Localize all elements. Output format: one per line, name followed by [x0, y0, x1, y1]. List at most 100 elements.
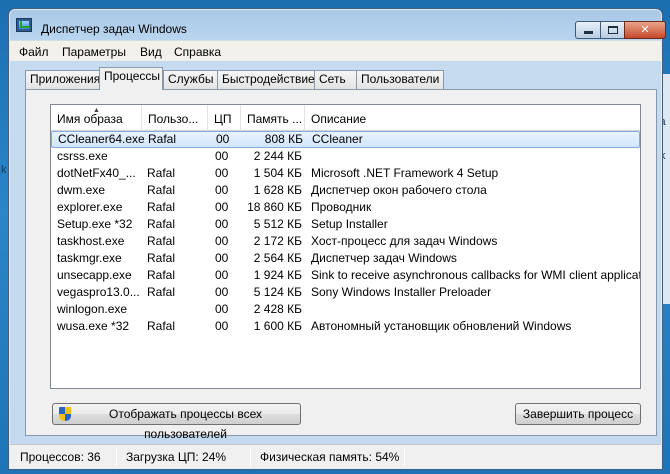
menu-bar: Файл Параметры Вид Справка — [10, 40, 661, 61]
cell-description: Диспетчер окон рабочего стола — [311, 183, 487, 197]
table-row[interactable]: vegaspro13.0... Rafal 00 5 124 КБ Sony Windo… — [51, 284, 640, 301]
minimize-button[interactable] — [575, 21, 601, 39]
cell-description: Sony Windows Installer Preloader — [311, 285, 492, 299]
table-row[interactable]: unsecapp.exe Rafal 00 1 924 КБ Sink to recei… — [51, 267, 640, 284]
cell-image-name: winlogon.exe — [57, 302, 128, 316]
cell-memory: 1 924 КБ — [253, 268, 302, 282]
cell-user: Rafal — [147, 217, 176, 231]
cell-cpu: 00 — [216, 132, 230, 146]
cell-user: Rafal — [147, 319, 176, 333]
table-row[interactable]: taskhost.exe Rafal 00 2 172 КБ Хост-процесс … — [51, 233, 640, 250]
task-manager-icon — [16, 18, 32, 32]
tab-applications[interactable]: Приложения — [25, 70, 100, 89]
cell-user: Rafal — [148, 132, 177, 146]
status-bar: Процессов: 36 Загрузка ЦП: 24% Физическа… — [10, 444, 661, 468]
cell-user: Rafal — [147, 268, 176, 282]
cell-description: Setup Installer — [311, 217, 388, 231]
table-row[interactable]: dotNetFx40_... Rafal 00 1 504 КБ Microsoft .… — [51, 165, 640, 182]
table-row[interactable]: wusa.exe *32 Rafal 00 1 600 КБ Автономный ус… — [51, 318, 640, 335]
table-row[interactable]: csrss.exe 00 2 244 КБ — [51, 148, 640, 165]
cell-memory: 808 КБ — [264, 132, 303, 146]
cell-user: Rafal — [147, 166, 176, 180]
cell-cpu: 00 — [215, 166, 229, 180]
cell-user: Rafal — [147, 200, 176, 214]
menu-options[interactable]: Параметры — [62, 45, 126, 59]
tab-network[interactable]: Сеть — [314, 70, 357, 89]
cell-memory: 2 172 КБ — [253, 234, 302, 248]
sort-ascending-icon: ▲ — [93, 107, 100, 114]
status-divider — [116, 448, 117, 466]
cell-description — [311, 148, 640, 165]
uac-shield-icon — [59, 407, 72, 422]
cell-memory: 2 244 КБ — [253, 149, 302, 163]
title-bar[interactable]: Диспетчер задач Windows ✕ — [9, 9, 666, 39]
cell-image-name: csrss.exe — [57, 149, 108, 163]
table-row[interactable]: winlogon.exe 00 2 428 КБ — [51, 301, 640, 318]
status-divider — [250, 448, 251, 466]
maximize-button[interactable] — [600, 21, 625, 39]
cell-description: Хост-процесс для задач Windows — [311, 234, 498, 248]
column-header-user[interactable]: Пользо... — [142, 105, 208, 131]
cell-memory: 18 860 КБ — [247, 200, 302, 214]
cell-memory: 5 124 КБ — [253, 285, 302, 299]
process-list[interactable]: ▲ Имя образа Пользо... ЦП Память ... Опи… — [50, 104, 641, 389]
cell-image-name: dotNetFx40_... — [57, 166, 136, 180]
cell-user: Rafal — [147, 251, 176, 265]
cell-image-name: explorer.exe — [57, 200, 123, 214]
table-row[interactable]: CCleaner64.exe Rafal 00 808 КБ CCleaner — [51, 131, 640, 148]
cell-memory: 2 428 КБ — [253, 302, 302, 316]
desktop-text-fragment: k — [1, 164, 7, 176]
processes-panel: ▲ Имя образа Пользо... ЦП Память ... Опи… — [25, 89, 657, 441]
cell-image-name: Setup.exe *32 — [57, 217, 133, 231]
cell-image-name: CCleaner64.exe — [58, 132, 144, 146]
task-manager-window: Диспетчер задач Windows ✕ Файл Параметры… — [8, 8, 666, 470]
table-row[interactable]: dwm.exe Rafal 00 1 628 КБ Диспетчер окон раб… — [51, 182, 640, 199]
cell-description: Автономный установщик обновлений Windows — [311, 319, 572, 333]
cell-memory: 5 512 КБ — [253, 217, 302, 231]
table-row[interactable]: Setup.exe *32 Rafal 00 5 512 КБ Setup Instal… — [51, 216, 640, 233]
cell-description — [311, 301, 640, 318]
list-header: ▲ Имя образа Пользо... ЦП Память ... Опи… — [51, 105, 640, 131]
cell-cpu: 00 — [215, 149, 229, 163]
table-row[interactable]: taskmgr.exe Rafal 00 2 564 КБ Диспетчер зада… — [51, 250, 640, 267]
cell-description: CCleaner — [312, 132, 363, 146]
menu-file[interactable]: Файл — [19, 45, 49, 59]
tab-users[interactable]: Пользователи — [356, 70, 444, 89]
cell-cpu: 00 — [215, 183, 229, 197]
cell-image-name: unsecapp.exe — [57, 268, 132, 282]
close-button[interactable]: ✕ — [624, 21, 666, 39]
cell-cpu: 00 — [215, 200, 229, 214]
column-header-memory[interactable]: Память ... — [241, 105, 305, 131]
cell-image-name: taskmgr.exe — [57, 251, 122, 265]
status-memory: Физическая память: 54% — [260, 450, 400, 464]
cell-memory: 1 600 КБ — [253, 319, 302, 333]
column-header-description[interactable]: Описание — [305, 105, 640, 131]
end-process-button[interactable]: Завершить процесс — [515, 403, 641, 425]
menu-view[interactable]: Вид — [140, 45, 162, 59]
column-header-cpu[interactable]: ЦП — [208, 105, 241, 131]
table-row[interactable]: explorer.exe Rafal 00 18 860 КБ Проводник — [51, 199, 640, 216]
cell-cpu: 00 — [215, 234, 229, 248]
cell-user: Rafal — [147, 285, 176, 299]
menu-help[interactable]: Справка — [174, 45, 221, 59]
cell-image-name: vegaspro13.0... — [57, 285, 140, 299]
cell-cpu: 00 — [215, 268, 229, 282]
show-all-users-processes-button[interactable]: Отображать процессы всех пользователей — [52, 403, 301, 441]
status-cpu-usage: Загрузка ЦП: 24% — [126, 450, 227, 464]
close-icon: ✕ — [640, 24, 650, 36]
tab-services[interactable]: Службы — [163, 70, 218, 89]
tab-performance[interactable]: Быстродействие — [217, 70, 315, 89]
column-header-image-name[interactable]: ▲ Имя образа — [51, 105, 142, 131]
cell-memory: 1 504 КБ — [253, 166, 302, 180]
tab-processes[interactable]: Процессы — [99, 67, 163, 90]
cell-image-name: wusa.exe *32 — [57, 319, 130, 333]
cell-cpu: 00 — [215, 217, 229, 231]
cell-user: Rafal — [147, 234, 176, 248]
cell-cpu: 00 — [215, 285, 229, 299]
maximize-icon — [607, 26, 618, 34]
cell-description: Microsoft .NET Framework 4 Setup — [311, 166, 499, 180]
cell-memory: 2 564 КБ — [253, 251, 302, 265]
cell-cpu: 00 — [215, 319, 229, 333]
cell-user: Rafal — [147, 183, 176, 197]
window-title: Диспетчер задач Windows — [41, 22, 187, 36]
